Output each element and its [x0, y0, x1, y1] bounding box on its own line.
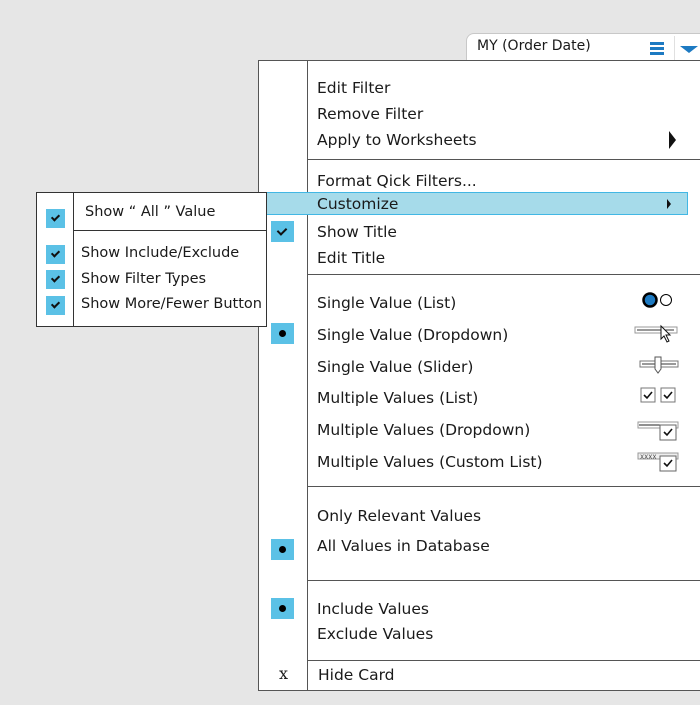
menu-item-include-values[interactable]: Include Values: [317, 599, 429, 619]
menu-item-single-value-slider[interactable]: Single Value (Slider): [317, 357, 473, 377]
slider-icon: [639, 356, 679, 374]
menu-separator: [307, 274, 700, 275]
menu-item-apply-to-worksheets[interactable]: Apply to Worksheets: [317, 130, 477, 150]
show-title-check-icon: [271, 221, 294, 242]
submenu-item-show-include-exclude[interactable]: Show Include/Exclude: [81, 245, 239, 261]
filter-context-menu: Edit Filter Remove Filter Apply to Works…: [258, 60, 700, 691]
selected-radio-icon: [271, 323, 294, 344]
menu-separator: [307, 660, 700, 661]
customize-submenu: Show “ All ” Value Show Include/Exclude …: [36, 192, 267, 327]
custom-list-placeholder: XXXX: [640, 454, 656, 461]
dropdown-cursor-icon: [634, 324, 678, 343]
show-filter-types-check-icon: [46, 270, 65, 289]
menu-item-edit-title[interactable]: Edit Title: [317, 248, 385, 268]
submenu-icon-column-divider: [73, 193, 74, 326]
menu-item-multiple-values-custom-list[interactable]: Multiple Values (Custom List): [317, 452, 543, 472]
menu-item-single-value-dropdown[interactable]: Single Value (Dropdown): [317, 325, 508, 345]
menu-item-format-quick-filters[interactable]: Format Qick Filters...: [317, 171, 477, 191]
caret-down-icon[interactable]: [680, 46, 698, 53]
dropdown-checkbox-icon: [637, 421, 679, 441]
menu-item-edit-filter[interactable]: Edit Filter: [317, 78, 390, 98]
menu-item-show-title[interactable]: Show Title: [317, 222, 397, 242]
custom-list-checkbox-icon: XXXX: [637, 452, 679, 472]
submenu-separator: [73, 230, 266, 231]
menu-item-only-relevant-values[interactable]: Only Relevant Values: [317, 506, 481, 526]
selected-radio-icon: [271, 598, 294, 619]
submenu-item-show-filter-types[interactable]: Show Filter Types: [81, 271, 206, 287]
menu-item-remove-filter[interactable]: Remove Filter: [317, 104, 423, 124]
submenu-item-show-more-fewer-button[interactable]: Show More/Fewer Button: [81, 296, 262, 312]
customize-label: Customize: [317, 195, 399, 213]
menu-item-hide-card[interactable]: Hide Card: [318, 665, 395, 685]
menu-item-customize[interactable]: Customize: [266, 192, 688, 215]
show-include-exclude-check-icon: [46, 245, 65, 264]
selected-radio-icon: [271, 539, 294, 560]
menu-separator: [307, 580, 700, 581]
filter-card-header: MY (Order Date): [466, 33, 700, 61]
filter-card-title: MY (Order Date): [477, 38, 591, 54]
hamburger-icon[interactable]: [650, 42, 664, 55]
header-divider: [674, 36, 675, 60]
menu-separator: [307, 486, 700, 487]
menu-separator: [307, 159, 700, 160]
show-all-value-check-icon: [46, 209, 65, 228]
icon-column-divider: [307, 61, 308, 690]
hide-card-x-icon: x: [279, 664, 289, 683]
menu-item-single-value-list[interactable]: Single Value (List): [317, 293, 456, 313]
radio-buttons-icon: [642, 292, 672, 308]
submenu-item-show-all-value[interactable]: Show “ All ” Value: [85, 204, 215, 220]
submenu-arrow-icon: [667, 199, 671, 209]
show-more-fewer-check-icon: [46, 296, 65, 315]
menu-item-all-values-in-database[interactable]: All Values in Database: [317, 536, 490, 556]
checkboxes-icon: [640, 387, 676, 403]
submenu-arrow-icon: [669, 131, 676, 149]
menu-item-multiple-values-list[interactable]: Multiple Values (List): [317, 388, 478, 408]
menu-item-multiple-values-dropdown[interactable]: Multiple Values (Dropdown): [317, 420, 530, 440]
menu-item-exclude-values[interactable]: Exclude Values: [317, 624, 433, 644]
